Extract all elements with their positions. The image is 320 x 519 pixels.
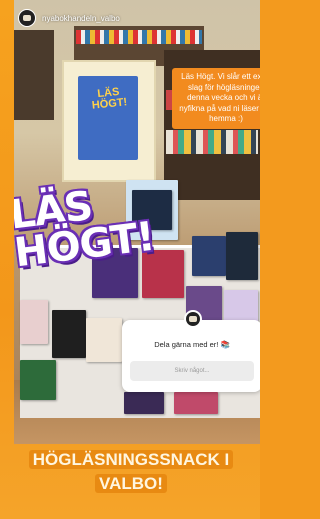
las-hogt-sign: LÄS HÖGT! bbox=[14, 182, 157, 277]
caption-text: HÖGLÄSNINGSSNACK I VALBO! bbox=[28, 450, 234, 493]
account-username[interactable]: nyabokhandeln_valbo bbox=[42, 14, 120, 23]
book-cover bbox=[52, 310, 86, 358]
book-cover bbox=[86, 318, 122, 362]
shelf-books-row bbox=[166, 130, 258, 154]
las-hogt-poster: LÄS HÖGT! bbox=[62, 60, 156, 182]
story-photo: LÄS HÖGT! LÄS HÖGT! Läs Högt. Vi slår et… bbox=[14, 0, 260, 444]
book-cover bbox=[124, 392, 164, 414]
book-cover bbox=[226, 232, 258, 280]
story-view: LÄS HÖGT! LÄS HÖGT! Läs Högt. Vi slår et… bbox=[0, 0, 260, 519]
book-cover bbox=[20, 360, 56, 400]
poster-title: LÄS HÖGT! bbox=[91, 85, 128, 112]
logo-mark bbox=[189, 316, 197, 322]
book-cover bbox=[20, 300, 48, 344]
info-sticker: Läs Högt. Vi slår ett extra slag för hög… bbox=[172, 68, 260, 129]
question-sticker[interactable]: Dela gärna med er! 📚 Skriv något... bbox=[122, 310, 260, 392]
book-cover bbox=[192, 236, 226, 276]
story-header: nyabokhandeln_valbo bbox=[18, 8, 120, 28]
shelf-books-row bbox=[76, 30, 202, 44]
store-logo-icon[interactable] bbox=[18, 9, 36, 27]
back-shelf-left bbox=[14, 30, 54, 120]
poster-cover: LÄS HÖGT! bbox=[78, 76, 138, 160]
book-cover bbox=[174, 392, 218, 414]
question-prompt: Dela gärna med er! 📚 bbox=[154, 340, 230, 349]
book-cover bbox=[224, 290, 258, 324]
logo-mark bbox=[23, 15, 31, 21]
question-answer-input[interactable]: Skriv något... bbox=[130, 361, 254, 381]
store-logo-icon bbox=[184, 310, 202, 328]
story-caption: HÖGLÄSNINGSSNACK I VALBO! bbox=[22, 448, 240, 496]
